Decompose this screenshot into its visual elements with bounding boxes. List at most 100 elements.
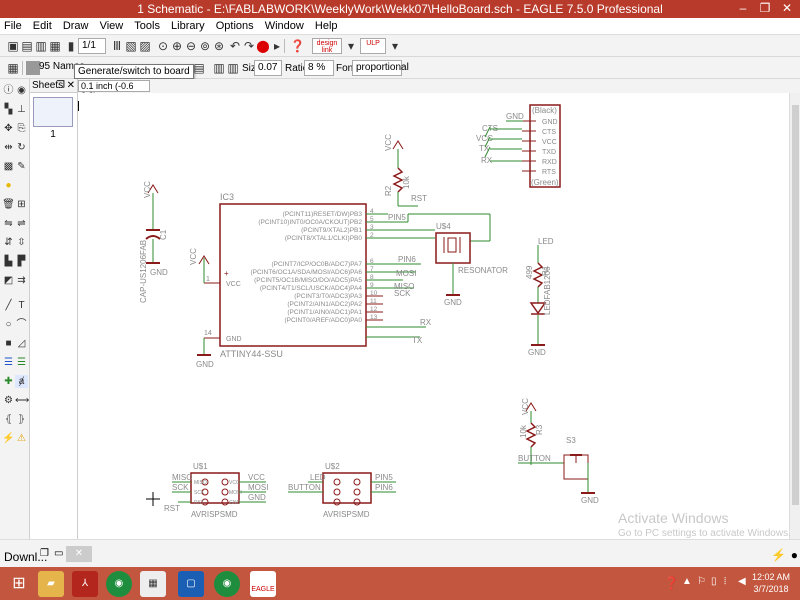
calculator-icon[interactable]: ▦	[140, 571, 166, 597]
display-icon[interactable]: ▚	[2, 103, 15, 116]
modules-icon[interactable]: ⦄	[15, 413, 28, 426]
zoom-select-icon[interactable]: ⊛	[212, 39, 226, 53]
name-icon[interactable]: ⇳	[15, 236, 28, 249]
close-pane-icon[interactable]: ✕	[66, 546, 92, 562]
start-icon[interactable]: ⊞	[6, 571, 32, 597]
replace-icon[interactable]: ⇵	[2, 236, 15, 249]
value-icon[interactable]: ▙	[2, 255, 15, 268]
dropdown2-icon[interactable]: ▾	[388, 39, 402, 53]
use-icon[interactable]: Ⅲ	[110, 39, 124, 53]
menu-options[interactable]: Options	[212, 18, 258, 32]
miter-icon[interactable]: ⇉	[15, 274, 28, 287]
go-icon[interactable]: ▸	[270, 39, 284, 53]
scroll-thumb[interactable]	[792, 105, 799, 505]
sheet-thumbnail[interactable]	[33, 97, 73, 127]
menu-view[interactable]: View	[96, 18, 128, 32]
zoom-in-icon[interactable]: ⊕	[170, 39, 184, 53]
frame-icon[interactable]: ⦃	[2, 413, 15, 426]
close-panel-icon[interactable]: ✕	[67, 79, 75, 93]
group-icon[interactable]: ▩	[2, 160, 15, 173]
volume-icon[interactable]: ◀	[738, 576, 746, 587]
zoom-redraw-icon[interactable]: ⊚	[198, 39, 212, 53]
polygon-icon[interactable]: ◿	[15, 337, 28, 350]
text-icon[interactable]: T	[15, 299, 28, 312]
print-icon[interactable]: ▥	[34, 39, 48, 53]
gateswap-icon[interactable]: ⇌	[15, 217, 28, 230]
cam-icon[interactable]: ▦	[48, 39, 62, 53]
zoom-out-icon[interactable]: ⊖	[184, 39, 198, 53]
close-button[interactable]: ✕	[776, 1, 798, 15]
menu-file[interactable]: File	[0, 18, 26, 32]
align-right-icon[interactable]: ▤	[192, 61, 206, 75]
mark-icon[interactable]: ⊥	[15, 103, 28, 116]
info-icon[interactable]: ⓘ	[2, 84, 15, 97]
wire-icon[interactable]: ╱	[2, 299, 15, 312]
pinswap-icon[interactable]: ⇋	[2, 217, 15, 230]
sheet-select[interactable]: 1/1	[78, 38, 106, 54]
undo-icon[interactable]: ↶	[228, 39, 242, 53]
circle-icon[interactable]: ○	[2, 318, 15, 331]
ulp-button[interactable]: ULP	[360, 38, 386, 54]
design-link-button[interactable]: design link	[312, 38, 342, 54]
change-icon[interactable]: ✎	[15, 160, 28, 173]
undock-icon[interactable]: ❐	[56, 79, 65, 93]
ratio-select[interactable]: 8 %	[304, 60, 334, 76]
menu-edit[interactable]: Edit	[29, 18, 56, 32]
dimension-icon[interactable]: ⟷	[15, 394, 29, 407]
move-icon[interactable]: ✥	[2, 122, 15, 135]
sheet-icon[interactable]: ▮	[64, 39, 78, 53]
file-explorer-icon[interactable]: ▰	[38, 571, 64, 597]
grid-icon[interactable]: ▦	[6, 61, 20, 75]
eagle-icon[interactable]: EAGLE	[250, 571, 276, 597]
save-icon[interactable]: ▤	[20, 39, 34, 53]
network-icon[interactable]: ⦙	[724, 576, 726, 587]
maximize-button[interactable]: ❐	[754, 1, 776, 15]
isp1-body[interactable]	[190, 472, 240, 504]
zoom-fit-icon[interactable]: ⊙	[156, 39, 170, 53]
arc-icon[interactable]: ⌒	[15, 318, 28, 331]
mirror-icon[interactable]: ⇹	[2, 141, 15, 154]
chrome-icon[interactable]: ◉	[214, 571, 240, 597]
schematic-canvas[interactable]: IC3 ATTINY44-SSU (PCINT11)RESET/DW)PB3 4(…	[78, 93, 789, 539]
delete-icon[interactable]: 🗑	[2, 198, 15, 211]
board-icon[interactable]: ▧	[124, 39, 138, 53]
restore-icon[interactable]: ❐	[40, 548, 49, 559]
rect-icon[interactable]: ■	[2, 337, 15, 350]
menu-tools[interactable]: Tools	[130, 18, 164, 32]
show-icon[interactable]: ◉	[15, 84, 28, 97]
app-icon[interactable]: ▢	[178, 571, 204, 597]
junction-icon[interactable]: ✚	[2, 375, 15, 388]
erc-status-icon[interactable]: ⚡	[771, 548, 786, 562]
vertical-scrollbar[interactable]	[789, 93, 800, 539]
text-mirror-icon[interactable]: ▥	[212, 61, 226, 75]
split-icon[interactable]: ◩	[2, 274, 15, 287]
isp2-body[interactable]	[322, 472, 372, 504]
attribute-icon[interactable]: ⚙	[2, 394, 15, 407]
clock[interactable]: 12:02 AM 3/7/2018	[752, 571, 790, 595]
size-select[interactable]: 0.07	[254, 60, 282, 76]
label-icon[interactable]: ⱥ	[15, 375, 28, 388]
menu-library[interactable]: Library	[167, 18, 209, 32]
font-select[interactable]: proportional	[352, 60, 409, 76]
names-layer-label[interactable]: 95 Names	[36, 60, 85, 76]
text-rotate-icon[interactable]: ▥	[226, 61, 240, 75]
menu-help[interactable]: Help	[311, 18, 342, 32]
pane-icon[interactable]: ▭	[54, 548, 63, 559]
erc-icon[interactable]: ⚡	[2, 432, 15, 445]
stop-status-icon[interactable]: ●	[791, 548, 798, 562]
tray-arrow-icon[interactable]: ▲	[682, 576, 692, 587]
help-icon[interactable]: ❓	[290, 39, 305, 53]
script-icon[interactable]: ▨	[138, 39, 152, 53]
redo-icon[interactable]: ↷	[242, 39, 256, 53]
flag-icon[interactable]: ⚐	[697, 576, 706, 587]
rotate-icon[interactable]: ↻	[15, 141, 28, 154]
help-tray-icon[interactable]: ❓	[664, 576, 679, 590]
minimize-button[interactable]: –	[732, 1, 754, 15]
errors-icon[interactable]: ⚠	[15, 432, 28, 445]
open-icon[interactable]: ▣	[6, 39, 20, 53]
stop-icon[interactable]: ⬤	[256, 39, 270, 53]
chrome-icon[interactable]: ◉	[106, 571, 132, 597]
bus-icon[interactable]: ☰	[2, 356, 15, 369]
battery-icon[interactable]: ▯	[711, 576, 717, 587]
menu-window[interactable]: Window	[261, 18, 308, 32]
